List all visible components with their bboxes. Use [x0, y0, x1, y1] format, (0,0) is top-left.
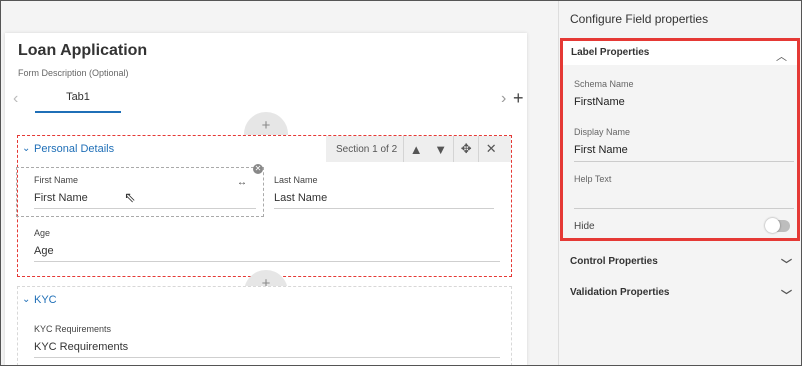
control-properties-title: Control Properties — [570, 256, 658, 267]
field-label: Age — [34, 228, 51, 238]
section-header: ⌄ Personal Details Section 1 of 2 ▲ ▼ ✥ … — [18, 136, 511, 162]
field-last-name: Last Name Last Name — [274, 175, 494, 209]
section-count: Section 1 of 2 — [336, 143, 398, 155]
field-input[interactable]: Age — [34, 245, 500, 262]
properties-panel: Configure Field properties Label Propert… — [558, 0, 802, 366]
plus-icon: + — [261, 117, 271, 134]
validation-properties-header[interactable]: Validation Properties ﹀ — [570, 287, 794, 302]
panel-title: Configure Field properties — [570, 12, 709, 26]
tab-tab1[interactable]: Tab1 — [35, 91, 121, 113]
help-text-label: Help Text — [574, 174, 612, 184]
field-kyc-requirements: KYC Requirements KYC Requirements — [34, 324, 500, 358]
field-input[interactable]: KYC Requirements — [34, 341, 500, 358]
section-header: ⌄ KYC — [18, 287, 511, 313]
chevron-up-icon[interactable]: ︿ — [776, 48, 787, 64]
drag-move-icon[interactable]: ✥ — [453, 136, 478, 162]
hide-label: Hide — [574, 221, 595, 232]
move-up-icon[interactable]: ▲ — [403, 136, 428, 162]
add-tab-button[interactable]: + — [513, 88, 524, 109]
form-description[interactable]: Form Description (Optional) — [18, 68, 129, 78]
label-properties-section: Label Properties ︿ Schema Name FirstName… — [560, 38, 800, 241]
help-text-field: Help Text — [574, 174, 794, 209]
schema-name-label: Schema Name — [574, 79, 634, 89]
section-chevron-icon[interactable]: ⌄ — [22, 143, 30, 154]
field-label: First Name — [34, 175, 79, 185]
display-name-input[interactable]: First Name — [574, 144, 794, 162]
toggle-knob — [765, 218, 780, 233]
section-title[interactable]: Personal Details — [34, 143, 114, 155]
control-properties-header[interactable]: Control Properties ﹀ — [570, 256, 794, 271]
label-properties-header[interactable]: Label Properties ︿ — [563, 41, 797, 65]
field-label: KYC Requirements — [34, 324, 112, 334]
field-input[interactable]: Last Name — [274, 192, 494, 209]
label-properties-title: Label Properties — [571, 47, 650, 58]
chevron-down-icon[interactable]: ﹀ — [781, 256, 792, 272]
validation-properties-title: Validation Properties — [570, 287, 670, 298]
section-toolbar: Section 1 of 2 ▲ ▼ ✥ ✕ — [326, 136, 511, 162]
form-canvas: Loan Application Form Description (Optio… — [0, 0, 558, 366]
tab-scroll-right-icon[interactable]: › — [501, 90, 506, 108]
mouse-cursor-icon: ⇖ — [124, 189, 136, 205]
field-label: Last Name — [274, 175, 318, 185]
display-name-field: Display Name First Name — [574, 127, 794, 162]
form-title[interactable]: Loan Application — [18, 42, 147, 60]
schema-name-value: FirstName — [574, 96, 625, 108]
hide-toggle[interactable] — [765, 218, 790, 233]
field-input[interactable]: First Name — [34, 192, 256, 209]
tab-scroll-left-icon[interactable]: ‹ — [13, 90, 18, 108]
field-first-name: First Name First Name — [34, 175, 256, 209]
remove-field-icon[interactable]: ✕ — [253, 164, 263, 174]
display-name-label: Display Name — [574, 127, 631, 137]
section-chevron-icon[interactable]: ⌄ — [22, 294, 30, 305]
schema-name-field: Schema Name FirstName — [574, 79, 794, 114]
delete-section-icon[interactable]: ✕ — [478, 136, 503, 162]
section-personal-details[interactable]: ⌄ Personal Details Section 1 of 2 ▲ ▼ ✥ … — [16, 135, 512, 277]
help-text-input[interactable] — [574, 191, 794, 209]
move-down-icon[interactable]: ▼ — [428, 136, 453, 162]
chevron-down-icon[interactable]: ﹀ — [781, 287, 792, 303]
section-kyc[interactable]: ⌄ KYC KYC Requirements KYC Requirements — [17, 286, 512, 366]
field-age: Age Age — [34, 228, 500, 262]
section-title[interactable]: KYC — [34, 294, 57, 306]
